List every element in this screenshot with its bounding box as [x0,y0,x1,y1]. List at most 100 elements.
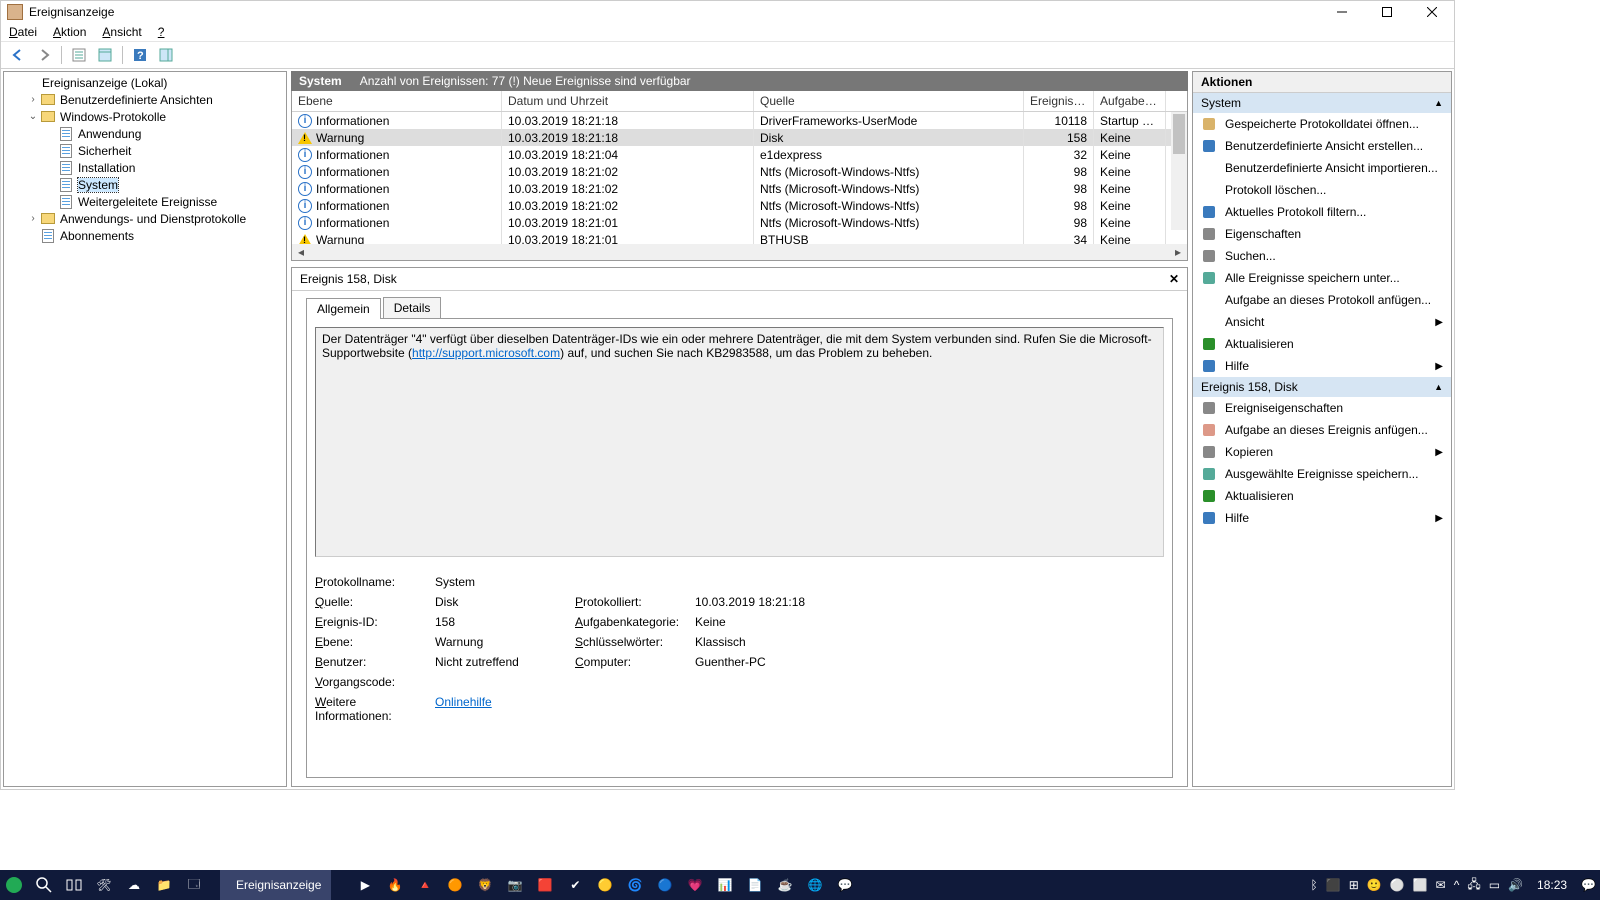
pinned-app-icon[interactable]: 📄 [745,875,765,895]
scroll-thumb[interactable] [1173,114,1185,154]
actions-section-event[interactable]: Ereignis 158, Disk▲ [1193,377,1451,397]
toolbar-window-icon[interactable] [94,44,116,66]
action-item[interactable]: Suchen... [1193,245,1451,267]
pinned-app-icon[interactable]: 📷 [505,875,525,895]
taskbar-task-eventviewer[interactable]: Ereignisanzeige [220,870,331,900]
action-item[interactable]: Hilfe▶ [1193,507,1451,529]
action-item[interactable]: Aktualisieren [1193,485,1451,507]
pinned-app-icon[interactable]: 🌀 [625,875,645,895]
pinned-app-icon[interactable]: 🌐 [805,875,825,895]
action-item[interactable]: Aktuelles Protokoll filtern... [1193,201,1451,223]
expand-icon[interactable]: ⌄ [26,111,40,122]
scrollbar-vertical[interactable] [1171,112,1187,230]
tab-details[interactable]: Details [383,297,442,318]
menu-datei[interactable]: Datei [9,25,37,39]
message-box[interactable]: Der Datenträger "4" verfügt über dieselb… [315,327,1164,557]
tray-battery-icon[interactable]: ▭ [1489,878,1500,892]
pinned-app-icon[interactable]: 🗔 [184,875,204,895]
pinned-app-icon[interactable]: ☕ [775,875,795,895]
grid-header[interactable]: Ebene Datum und Uhrzeit Quelle Ereignis-… [292,91,1187,112]
expand-icon[interactable]: › [26,213,40,224]
menu-help[interactable]: ? [158,25,165,39]
pinned-app-icon[interactable]: ☁ [124,875,144,895]
maximize-button[interactable] [1364,1,1409,23]
pinned-app-icon[interactable]: 💗 [685,875,705,895]
toolbar-help-icon[interactable]: ? [129,44,151,66]
tray-icon[interactable]: ⬜ [1413,878,1428,892]
col-datum[interactable]: Datum und Uhrzeit [502,91,754,111]
tree-item[interactable]: ·Sicherheit [4,142,286,159]
tray-chevron-up-icon[interactable]: ^ [1454,878,1460,892]
tray-icon[interactable]: ⚪ [1390,878,1405,892]
tree-item[interactable]: ·Installation [4,159,286,176]
action-item[interactable]: Hilfe▶ [1193,355,1451,377]
pinned-app-icon[interactable]: 🟡 [595,875,615,895]
tree-item[interactable]: ⌄Windows-Protokolle [4,108,286,125]
table-row[interactable]: iInformationen10.03.2019 18:21:02Ntfs (M… [292,163,1187,180]
col-kat[interactable]: Aufgabenkate [1094,91,1166,111]
actions-section-system[interactable]: System▲ [1193,93,1451,113]
scrollbar-horizontal[interactable]: ◂ ▸ [292,244,1187,260]
pinned-app-icon[interactable]: 🔵 [655,875,675,895]
taskbar[interactable]: 🛠 ☁ 📁 🗔 Ereignisanzeige ▶ 🔥 🔺 🟠 🦁 📷 🟥 ✔ … [0,870,1600,900]
search-icon[interactable] [34,875,54,895]
tray-icon[interactable]: 🙂 [1367,878,1382,892]
col-ebene[interactable]: Ebene [292,91,502,111]
tray-volume-icon[interactable]: 🔊 [1508,878,1523,892]
grid-rows[interactable]: iInformationen10.03.2019 18:21:18DriverF… [292,112,1187,244]
table-row[interactable]: iInformationen10.03.2019 18:21:02Ntfs (M… [292,197,1187,214]
pinned-app-icon[interactable]: ▶ [355,875,375,895]
tree-item[interactable]: ·System [4,176,286,193]
tree-item[interactable]: ·Weitergeleitete Ereignisse [4,193,286,210]
pinned-app-icon[interactable]: 📊 [715,875,735,895]
pinned-app-icon[interactable]: ✔ [565,875,585,895]
action-item[interactable]: Eigenschaften [1193,223,1451,245]
forward-button[interactable] [33,44,55,66]
action-item[interactable]: Ereigniseigenschaften [1193,397,1451,419]
col-quelle[interactable]: Quelle [754,91,1024,111]
tree-item[interactable]: ›Benutzerdefinierte Ansichten [4,91,286,108]
tray-icon[interactable]: ⬛ [1326,878,1341,892]
pinned-app-icon[interactable]: 🟠 [445,875,465,895]
table-row[interactable]: iInformationen10.03.2019 18:21:01Ntfs (M… [292,214,1187,231]
action-item[interactable]: Benutzerdefinierte Ansicht erstellen... [1193,135,1451,157]
toolbar-properties-icon[interactable] [68,44,90,66]
tray-bluetooth-icon[interactable]: ᛒ [1311,878,1318,892]
pinned-app-icon[interactable]: 💬 [835,875,855,895]
close-button[interactable] [1409,1,1454,23]
menu-aktion[interactable]: Aktion [53,25,86,39]
table-row[interactable]: iInformationen10.03.2019 18:21:04e1dexpr… [292,146,1187,163]
nav-tree[interactable]: ·Ereignisanzeige (Lokal)›Benutzerdefinie… [3,71,287,787]
tree-item[interactable]: ·Abonnements [4,227,286,244]
tab-allgemein[interactable]: Allgemein [306,298,381,319]
action-item[interactable]: Alle Ereignisse speichern unter... [1193,267,1451,289]
pinned-app-icon[interactable]: 🟥 [535,875,555,895]
taskview-icon[interactable] [64,875,84,895]
table-row[interactable]: Warnung10.03.2019 18:21:18Disk158Keine [292,129,1187,146]
action-item[interactable]: Protokoll löschen... [1193,179,1451,201]
col-id[interactable]: Ereignis-ID [1024,91,1094,111]
action-item[interactable]: Ausgewählte Ereignisse speichern... [1193,463,1451,485]
tray-defender-icon[interactable]: ⊞ [1349,878,1359,892]
action-item[interactable]: Aktualisieren [1193,333,1451,355]
toolbar-panel-icon[interactable] [155,44,177,66]
notifications-icon[interactable]: 💬 [1581,878,1596,892]
start-button[interactable] [4,875,24,895]
expand-icon[interactable]: › [26,94,40,105]
system-tray[interactable]: ᛒ ⬛ ⊞ 🙂 ⚪ ⬜ ✉ ^ 🖧 ▭ 🔊 18:23 💬 [1311,875,1596,896]
back-button[interactable] [7,44,29,66]
tree-item[interactable]: ›Anwendungs- und Dienstprotokolle [4,210,286,227]
pinned-app-icon[interactable]: 🦁 [475,875,495,895]
pinned-app-icon[interactable]: 🔥 [385,875,405,895]
detail-close-button[interactable]: ✕ [1169,272,1179,286]
minimize-button[interactable] [1319,1,1364,23]
clock[interactable]: 18:23 [1537,878,1567,892]
table-row[interactable]: iInformationen10.03.2019 18:21:02Ntfs (M… [292,180,1187,197]
msg-link[interactable]: http://support.microsoft.com [412,346,560,360]
scroll-right-icon[interactable]: ▸ [1171,245,1185,259]
online-help-link[interactable]: Onlinehilfe [435,695,492,709]
tray-network-icon[interactable]: 🖧 [1467,875,1480,896]
scroll-left-icon[interactable]: ◂ [294,245,308,259]
table-row[interactable]: iInformationen10.03.2019 18:21:18DriverF… [292,112,1187,129]
tree-item[interactable]: ·Ereignisanzeige (Lokal) [4,74,286,91]
